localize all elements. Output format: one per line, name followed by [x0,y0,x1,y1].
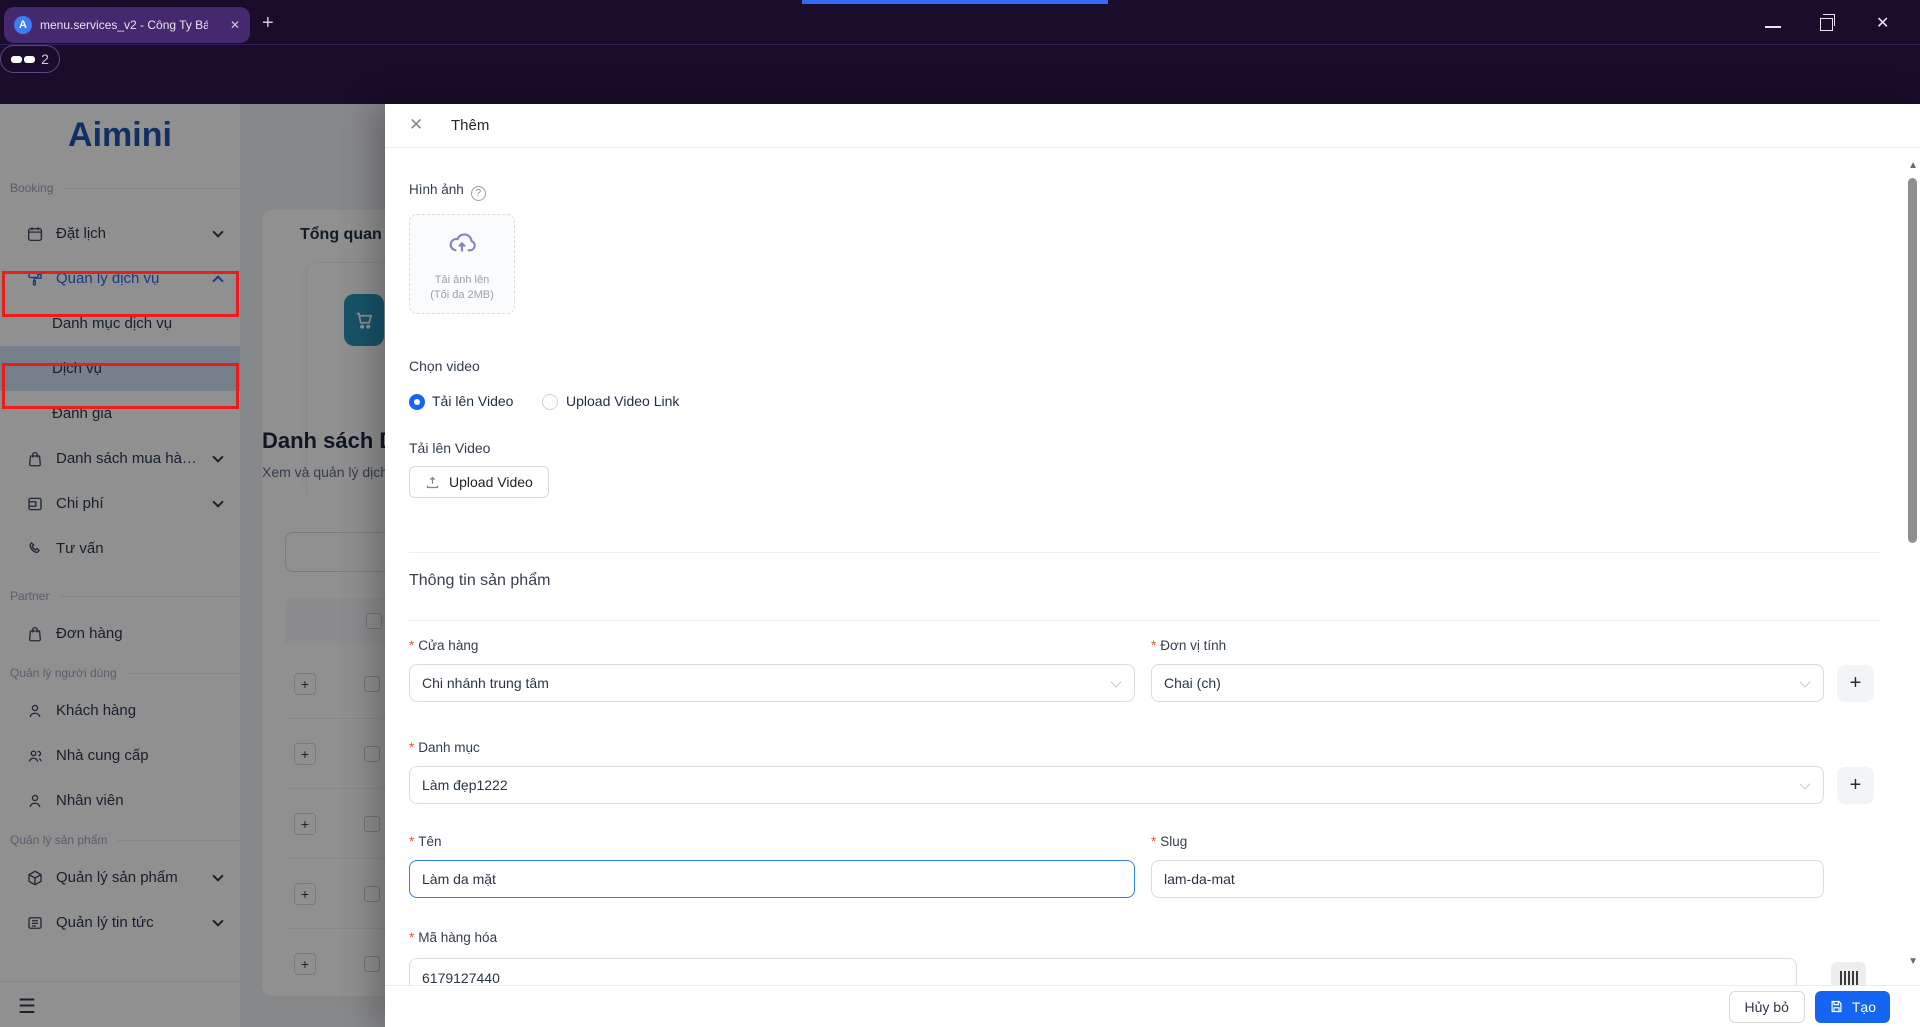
radio-upload-video-link-label[interactable]: Upload Video Link [566,393,679,409]
product-info-title: Thông tin sản phẩm [409,572,551,589]
chevron-down-icon [1799,778,1811,790]
category-select[interactable]: Làm đẹp1222 [409,766,1824,804]
cancel-button[interactable]: Hủy bỏ [1728,990,1805,1023]
app-area: Aimini Booking Đặt lịch Quản lý dịch vụ … [0,104,1920,1027]
sku-input[interactable] [409,958,1797,985]
browser-chrome: A menu.services_v2 - Công Ty Bán ✕ + ✕ ‹… [0,0,1920,129]
cloud-upload-icon [449,233,476,252]
top-accent-bar [802,0,1108,4]
upload-hint-line2: (Tối đa 2MB) [430,289,494,301]
category-label: * Danh mục [409,740,480,755]
upload-hint-line1: Tải ảnh lên [434,274,490,286]
add-category-button[interactable]: + [1837,767,1874,804]
radio-upload-video-label[interactable]: Tải lên Video [432,393,513,409]
image-label: Hình ảnh? [409,182,486,201]
annotation-box-dich-vu [2,363,239,409]
create-button[interactable]: Tạo [1814,990,1890,1023]
drawer-title: Thêm [451,117,490,134]
drawer-footer: Hủy bỏ Tạo [385,985,1920,1027]
sku-label: * Mã hàng hóa [409,930,498,945]
close-icon[interactable]: ✕ [409,115,423,135]
private-window-count: 2 [41,51,49,67]
store-select[interactable]: Chi nhánh trung tâm [409,664,1135,702]
slug-label: * Slug [1151,834,1188,849]
private-window-badge[interactable]: 2 [0,45,60,73]
scrollbar-down-arrow[interactable]: ▼ [1908,956,1918,967]
barcode-scan-button[interactable] [1831,962,1866,985]
glasses-icon [11,50,36,68]
drawer-header: ✕ Thêm [385,104,1920,148]
store-select-value: Chi nhánh trung tâm [422,675,549,691]
upload-icon [426,476,439,488]
scrollbar-thumb[interactable] [1908,178,1917,543]
upload-video-label: Tải lên Video [409,440,491,456]
scrollbar-up-arrow[interactable]: ▲ [1908,160,1918,171]
window-minimize-button[interactable] [1765,26,1781,28]
add-service-drawer: ✕ Thêm Hình ảnh? Tải ảnh lên (Tối đa 2MB… [385,104,1920,1027]
category-select-value: Làm đẹp1222 [422,777,508,793]
radio-upload-video[interactable] [409,394,425,410]
name-input[interactable] [409,860,1135,898]
annotation-box-quan-ly-dich-vu [2,271,239,317]
slug-input[interactable] [1151,860,1824,898]
tab-title: menu.services_v2 - Công Ty Bán [40,18,208,32]
barcode-icon [1839,971,1858,985]
unit-label: * Đơn vị tính [1151,638,1227,653]
drawer-body: Hình ảnh? Tải ảnh lên (Tối đa 2MB) Chọn … [385,148,1920,985]
window-close-button[interactable]: ✕ [1876,13,1889,33]
unit-select[interactable]: Chai (ch) [1151,664,1824,702]
store-label: * Cửa hàng [409,638,479,653]
browser-toolbar: ‹ › ⟳ admin.aimini.vn/admin/services/v2 [0,44,1920,129]
save-icon [1831,1000,1842,1013]
chevron-down-icon [1799,676,1811,688]
help-icon[interactable]: ? [470,186,486,201]
radio-upload-video-link[interactable] [542,394,558,410]
choose-video-label: Chọn video [409,358,480,374]
divider [409,620,1881,621]
image-upload-dropzone[interactable]: Tải ảnh lên (Tối đa 2MB) [409,214,515,314]
new-tab-button[interactable]: + [262,12,274,35]
chevron-down-icon [1110,676,1122,688]
name-label: * Tên [409,834,442,849]
tab-close-icon[interactable]: ✕ [230,18,240,32]
unit-select-value: Chai (ch) [1164,675,1221,691]
divider [409,552,1881,553]
upload-video-button[interactable]: Upload Video [409,466,549,498]
browser-tab[interactable]: A menu.services_v2 - Công Ty Bán ✕ [4,7,250,43]
add-unit-button[interactable]: + [1837,665,1874,702]
window-restore-button[interactable] [1820,14,1835,31]
tab-favicon: A [14,16,32,34]
